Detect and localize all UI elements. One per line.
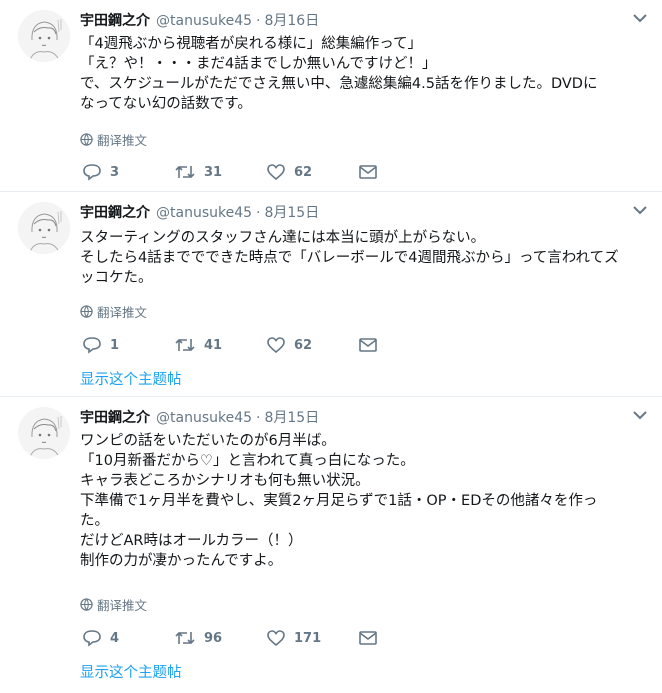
author-handle[interactable]: @tanusuke45: [156, 13, 252, 29]
tweet-text-line: 下準備で1ヶ月半を費やし、実質2ヶ月足らずで1話・OP・EDその他諸々を作っ: [80, 493, 598, 509]
like-button[interactable]: 62: [266, 336, 358, 354]
translate-tweet-link[interactable]: 翻译推文: [80, 130, 147, 149]
separator-dot: ·: [256, 410, 261, 426]
globe-icon: [80, 305, 93, 318]
tweet-header: 宇田鋼之介 @tanusuke45 · 8月15日: [80, 407, 319, 427]
tweet-text-line: ワンピの話をいただいたのが6月半ば。: [80, 433, 336, 449]
reply-count: 4: [110, 630, 120, 646]
author-name[interactable]: 宇田鋼之介: [80, 205, 150, 221]
tweet-text-line: 「え？や！・・・まだ4話までしか無いんですけど！」: [80, 56, 437, 72]
retweet-icon: [175, 165, 195, 179]
tweet-text: 「4週飛ぶから視聴者が戻れる様に」総集編作って」 「え？や！・・・まだ4話までし…: [80, 34, 648, 114]
avatar-sketch: [18, 407, 70, 459]
avatar[interactable]: [18, 202, 70, 254]
globe-icon: [80, 598, 93, 611]
retweet-button[interactable]: 31: [174, 163, 266, 181]
dm-icon: [359, 338, 377, 352]
reply-icon: [83, 164, 101, 181]
translate-label: 翻译推文: [97, 133, 148, 148]
reply-count: 3: [110, 164, 120, 180]
tweet-actions: 3 31 62: [82, 163, 378, 181]
avatar[interactable]: [18, 407, 70, 459]
like-button[interactable]: 171: [266, 629, 358, 647]
retweet-button[interactable]: 41: [174, 336, 266, 354]
separator-dot: ·: [256, 13, 261, 29]
show-thread-link[interactable]: 显示这个主题帖: [80, 368, 182, 389]
like-button[interactable]: 62: [266, 163, 358, 181]
reply-icon: [83, 630, 101, 647]
direct-message-button[interactable]: [358, 337, 378, 353]
like-icon: [267, 164, 285, 181]
tweet-text-line: だけどAR時はオールカラー（！）: [80, 533, 303, 549]
tweet-text-line: た。: [80, 513, 109, 529]
tweet-text-line: 制作の力が凄かったんですよ。: [80, 553, 283, 569]
tweet-1[interactable]: 宇田鋼之介 @tanusuke45 · 8月16日 「4週飛ぶから視聴者が戻れる様に」…: [0, 0, 662, 192]
retweet-count: 96: [204, 630, 223, 646]
caret-down-icon[interactable]: [632, 409, 648, 421]
tweet-2[interactable]: 宇田鋼之介 @tanusuke45 · 8月15日 スターティングのスタッフさん達には…: [0, 192, 662, 397]
direct-message-button[interactable]: [358, 164, 378, 180]
tweet-text-line: 「4週飛ぶから視聴者が戻れる様に」総集編作って」: [80, 36, 422, 52]
dm-icon: [359, 631, 377, 645]
reply-count: 1: [110, 337, 120, 353]
retweet-icon: [175, 631, 195, 645]
reply-button[interactable]: 4: [82, 629, 174, 647]
like-count: 62: [294, 337, 313, 353]
avatar-sketch: [18, 10, 70, 62]
tweet-header: 宇田鋼之介 @tanusuke45 · 8月15日: [80, 202, 319, 222]
reply-icon: [83, 337, 101, 354]
tweet-text-line: ッコケた。: [80, 270, 153, 286]
like-count: 62: [294, 164, 313, 180]
retweet-count: 31: [204, 164, 223, 180]
reply-button[interactable]: 1: [82, 336, 174, 354]
show-thread-link[interactable]: 显示这个主题帖: [80, 661, 182, 682]
tweet-text-line: そしたら4話まででできた時点で「バレーボールで4週間飛ぶから」って言われてズ: [80, 250, 619, 266]
like-icon: [267, 337, 285, 354]
tweet-text-line: で、スケジュールがただでさえ無い中、急遽総集編4.5話を作りました。DVDに: [80, 76, 598, 92]
tweet-text-line: キャラ表どころかシナリオも何も無い状況。: [80, 473, 370, 489]
tweet-text-line: 「10月新番だから♡」と言われて真っ白になった。: [80, 453, 415, 469]
avatar-sketch: [18, 202, 70, 254]
author-name[interactable]: 宇田鋼之介: [80, 410, 150, 426]
tweet-date[interactable]: 8月15日: [264, 410, 319, 426]
like-icon: [267, 630, 285, 647]
author-handle[interactable]: @tanusuke45: [156, 205, 252, 221]
tweet-date[interactable]: 8月16日: [264, 13, 319, 29]
translate-label: 翻译推文: [97, 305, 148, 320]
like-count: 171: [294, 630, 322, 646]
tweet-text-line: なってない幻の話数です。: [80, 96, 252, 112]
tweet-date[interactable]: 8月15日: [264, 205, 319, 221]
dm-icon: [359, 165, 377, 179]
tweet-header: 宇田鋼之介 @tanusuke45 · 8月16日: [80, 10, 319, 30]
tweet-3[interactable]: 宇田鋼之介 @tanusuke45 · 8月15日 ワンピの話をいただいたのが6月半ば…: [0, 397, 662, 693]
direct-message-button[interactable]: [358, 630, 378, 646]
reply-button[interactable]: 3: [82, 163, 174, 181]
tweet-actions: 1 41 62: [82, 336, 378, 354]
caret-down-icon[interactable]: [632, 12, 648, 24]
tweet-text: スターティングのスタッフさん達には本当に頭が上がらない。 そしたら4話までででき…: [80, 228, 648, 288]
tweet-text: ワンピの話をいただいたのが6月半ば。 「10月新番だから♡」と言われて真っ白にな…: [80, 431, 648, 571]
tweet-actions: 4 96 171: [82, 629, 378, 647]
globe-icon: [80, 133, 93, 146]
retweet-button[interactable]: 96: [174, 629, 266, 647]
author-name[interactable]: 宇田鋼之介: [80, 13, 150, 29]
retweet-count: 41: [204, 337, 223, 353]
author-handle[interactable]: @tanusuke45: [156, 410, 252, 426]
translate-tweet-link[interactable]: 翻译推文: [80, 595, 147, 614]
translate-tweet-link[interactable]: 翻译推文: [80, 302, 147, 321]
separator-dot: ·: [256, 205, 261, 221]
tweet-text-line: スターティングのスタッフさん達には本当に頭が上がらない。: [80, 230, 486, 246]
retweet-icon: [175, 338, 195, 352]
translate-label: 翻译推文: [97, 598, 148, 613]
avatar[interactable]: [18, 10, 70, 62]
caret-down-icon[interactable]: [632, 204, 648, 216]
